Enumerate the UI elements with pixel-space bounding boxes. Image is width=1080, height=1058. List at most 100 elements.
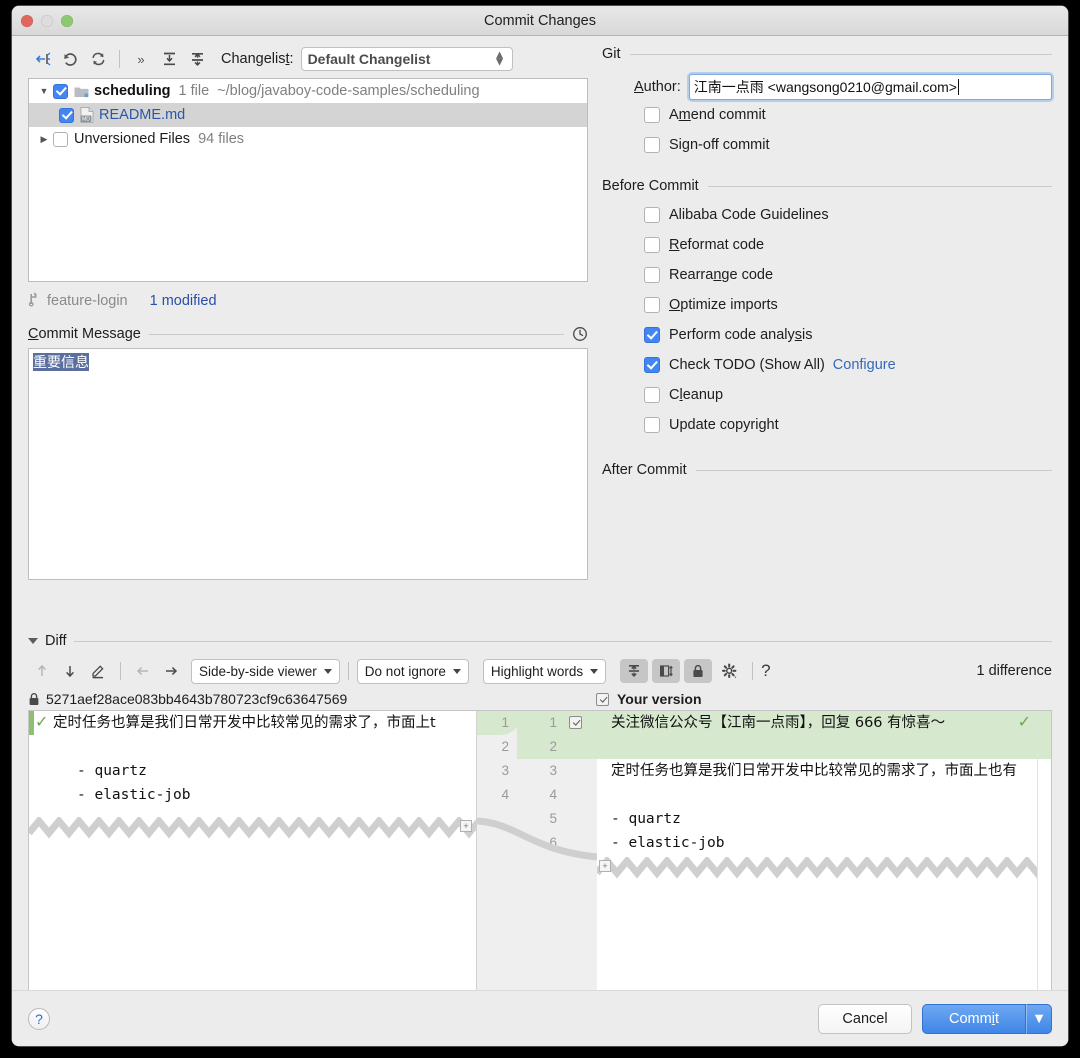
row-checkbox[interactable] xyxy=(59,107,74,123)
group-name: Unversioned Files xyxy=(74,131,191,147)
amend-commit-label: Amend commit xyxy=(669,107,766,123)
option-label: Perform code analysis xyxy=(669,327,813,343)
help-button[interactable]: ? xyxy=(28,1007,50,1030)
move-to-changelist-icon[interactable] xyxy=(28,46,56,72)
option-row-alibaba-code-guidelines[interactable]: Alibaba Code Guidelines xyxy=(602,200,1052,230)
update-copyright-checkbox[interactable] xyxy=(644,417,660,433)
collapse-all-icon[interactable] xyxy=(183,46,211,72)
folded-region-separator[interactable]: + xyxy=(597,857,1037,879)
diff-section-header[interactable]: Diff xyxy=(28,628,1052,654)
options-column: Git Author: 江南一点雨 <wangsong0210@gmail.co… xyxy=(602,36,1068,628)
highlight-mode-combo[interactable]: Highlight words xyxy=(482,658,607,684)
difference-count: 1 difference xyxy=(976,663,1052,679)
row-checkbox[interactable] xyxy=(53,83,68,99)
cleanup-checkbox[interactable] xyxy=(644,387,660,403)
table-row[interactable]: ▼ scheduling 1 file ~/blog/javaboy-code-… xyxy=(29,79,587,103)
edit-source-icon[interactable] xyxy=(84,658,112,684)
chevron-down-icon xyxy=(452,668,461,674)
diff-titles: 5271aef28ace083bb4643b780723cf9c63647569… xyxy=(28,688,1052,710)
perform-code-analysis-checkbox[interactable] xyxy=(644,327,660,343)
whitespace-icon[interactable] xyxy=(652,659,681,683)
cancel-button[interactable]: Cancel xyxy=(818,1003,912,1034)
settings-gear-icon[interactable] xyxy=(716,659,744,683)
close-window-icon[interactable] xyxy=(21,15,33,27)
table-row[interactable]: ▶ Unversioned Files 94 files xyxy=(29,127,587,151)
changelist-combo[interactable]: Default Changelist ▲ ▼ xyxy=(300,47,513,71)
rearrange-code-checkbox[interactable] xyxy=(644,267,660,283)
modified-count[interactable]: 1 modified xyxy=(150,293,217,309)
diff-pane-left[interactable]: ✓ 定时任务也算是我们日常开发中比较常见的需求了，市面上t - quartz -… xyxy=(29,711,477,990)
expand-more-icon[interactable]: » xyxy=(127,46,155,72)
table-row[interactable]: MD README.md xyxy=(29,103,587,127)
zoom-window-icon[interactable] xyxy=(61,15,73,27)
option-label: Check TODO (Show All) xyxy=(669,357,825,373)
commit-message-input[interactable]: 重要信息 xyxy=(28,348,588,580)
folded-region-separator[interactable]: + xyxy=(29,817,476,839)
ignore-mode-combo[interactable]: Do not ignore xyxy=(356,658,469,684)
next-difference-icon[interactable] xyxy=(56,658,84,684)
reformat-code-checkbox[interactable] xyxy=(644,237,660,253)
changed-files-tree[interactable]: ▼ scheduling 1 file ~/blog/javaboy-code-… xyxy=(28,78,588,282)
collapse-unchanged-icon[interactable] xyxy=(620,659,649,683)
clock-history-icon[interactable] xyxy=(572,326,588,342)
signoff-commit-checkbox[interactable] xyxy=(644,137,660,153)
option-row-perform-code-analysis[interactable]: Perform code analysis xyxy=(602,320,1052,350)
commit-button[interactable]: Comm i t xyxy=(922,1003,1026,1034)
branch-name: feature-login xyxy=(47,293,128,309)
expand-all-icon[interactable] xyxy=(155,46,183,72)
amend-commit-checkbox[interactable] xyxy=(644,107,660,123)
option-row-reformat-code[interactable]: Reformat code xyxy=(602,230,1052,260)
changelist-value: Default Changelist xyxy=(307,51,431,67)
author-row: Author: 江南一点雨 <wangsong0210@gmail.com> xyxy=(602,74,1052,100)
amend-commit-row[interactable]: Amend commit xyxy=(602,100,1052,130)
toolbar-separator xyxy=(752,662,754,680)
option-row-cleanup[interactable]: Cleanup xyxy=(602,380,1052,410)
option-row-rearrange-code[interactable]: Rearrange code xyxy=(602,260,1052,290)
previous-difference-icon[interactable] xyxy=(28,658,56,684)
change-scrollbar-marker[interactable] xyxy=(1037,711,1051,990)
accept-right-icon[interactable] xyxy=(157,658,185,684)
before-commit-group-header: Before Commit xyxy=(602,178,1052,194)
chevron-right-icon[interactable]: ▶ xyxy=(35,134,53,145)
diff-title: Diff xyxy=(45,633,67,649)
right-line-number: 2 xyxy=(549,739,557,754)
chevron-down-icon[interactable] xyxy=(28,638,38,644)
highlight-mode-value: Highlight words xyxy=(490,663,584,679)
divider xyxy=(629,53,1052,55)
author-field[interactable]: 江南一点雨 <wangsong0210@gmail.com> xyxy=(688,74,1052,100)
your-version-checkbox[interactable] xyxy=(596,692,609,706)
accept-line-checkbox[interactable] xyxy=(569,716,582,729)
commit-dropdown-button[interactable]: ▼ xyxy=(1026,1003,1052,1034)
option-row-optimize-imports[interactable]: Optimize imports xyxy=(602,290,1052,320)
accept-left-icon[interactable] xyxy=(129,658,157,684)
diff-panes: ✓ 定时任务也算是我们日常开发中比较常见的需求了，市面上t - quartz -… xyxy=(28,710,1052,990)
option-row-check-todo[interactable]: Check TODO (Show All) Configure xyxy=(602,350,1052,380)
signoff-commit-row[interactable]: Sign-off commit xyxy=(602,130,1052,160)
commit-changes-window: Commit Changes » Changelist: Default Cha… xyxy=(12,6,1068,1046)
chevron-down-icon[interactable]: ▼ xyxy=(35,86,53,96)
alibaba-code-guidelines-checkbox[interactable] xyxy=(644,207,660,223)
right-line-number: 3 xyxy=(549,763,557,778)
check-todo-checkbox[interactable] xyxy=(644,357,660,373)
left-line-number: 4 xyxy=(501,787,509,802)
diff-pane-right[interactable]: 关注微信公众号【江南一点雨】，回复 666 有惊喜～ 定时任务也算是我们日常开发… xyxy=(597,711,1051,990)
refresh-icon[interactable] xyxy=(84,46,112,72)
configure-link[interactable]: Configure xyxy=(833,357,896,373)
right-line-number: 1 xyxy=(549,715,557,730)
question-mark-icon[interactable]: ? xyxy=(761,661,770,681)
folder-name: scheduling xyxy=(94,83,171,99)
accept-change-icon[interactable]: ✓ xyxy=(35,711,48,735)
row-checkbox[interactable] xyxy=(53,131,68,147)
accept-change-icon[interactable]: ✓ xyxy=(1018,711,1031,735)
toolbar-separator xyxy=(119,50,120,68)
minimize-window-icon[interactable] xyxy=(41,15,53,27)
viewer-mode-combo[interactable]: Side-by-side viewer xyxy=(191,658,340,684)
divider xyxy=(148,333,564,335)
chevron-down-icon xyxy=(323,668,332,674)
read-only-lock-icon[interactable] xyxy=(684,659,713,683)
revert-icon[interactable] xyxy=(56,46,84,72)
author-value: 江南一点雨 <wangsong0210@gmail.com> xyxy=(693,79,957,95)
ignore-mode-value: Do not ignore xyxy=(364,663,446,679)
option-row-update-copyright[interactable]: Update copyright xyxy=(602,410,1052,440)
optimize-imports-checkbox[interactable] xyxy=(644,297,660,313)
